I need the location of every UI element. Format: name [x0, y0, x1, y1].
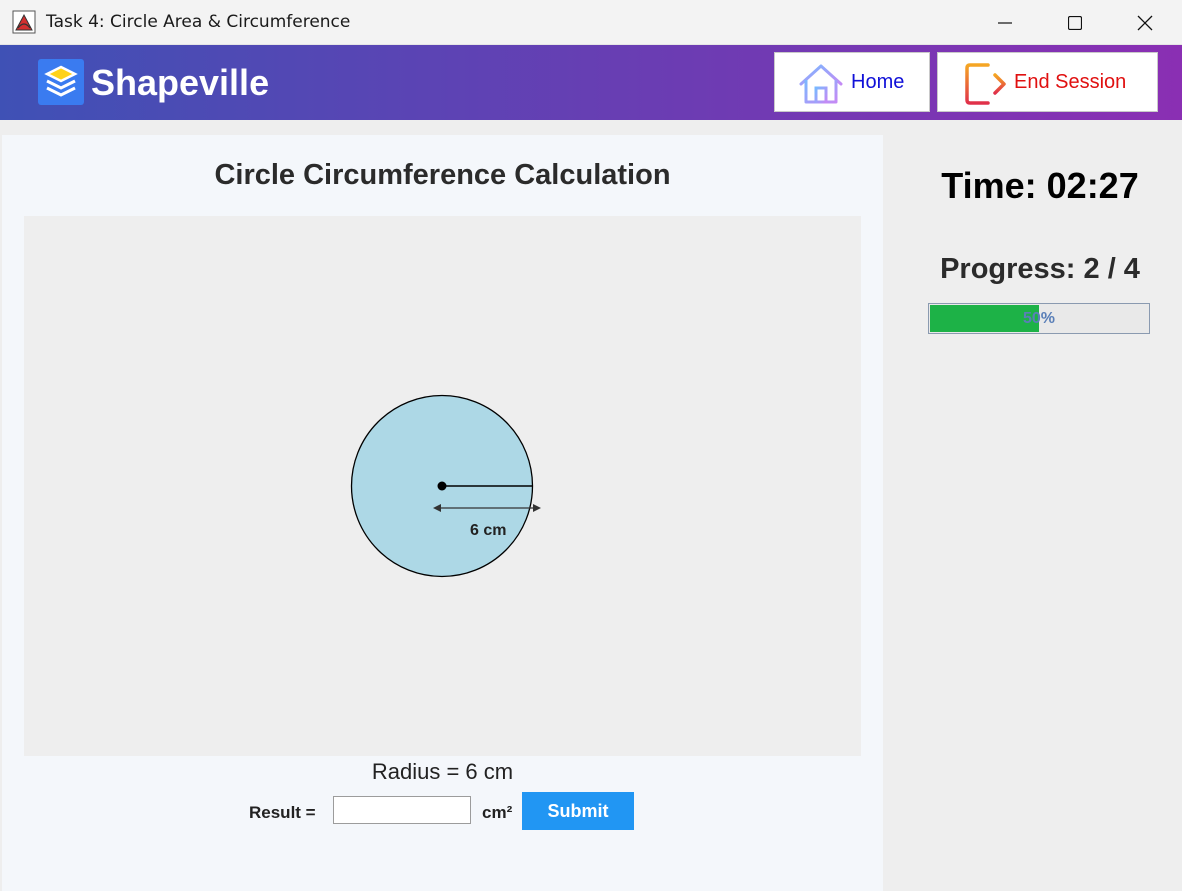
end-session-label: End Session: [1014, 71, 1127, 93]
dimension-arrow-right: [533, 504, 541, 512]
java-app-icon: [12, 10, 36, 34]
progress-label: Progress: 2 / 4: [940, 253, 1140, 285]
result-input[interactable]: [333, 796, 471, 824]
window-titlebar: Task 4: Circle Area & Circumference: [0, 0, 1182, 45]
home-icon: [797, 63, 845, 105]
unit-label: cm²: [482, 803, 513, 822]
main-area: Circle Circumference Calculation 6 cm Ra…: [0, 120, 1182, 891]
radius-dimension-label: 6 cm: [470, 522, 506, 539]
minimize-button[interactable]: [970, 0, 1040, 45]
close-icon: [1137, 15, 1153, 30]
submit-button[interactable]: Submit: [522, 792, 634, 830]
maximize-button[interactable]: [1040, 0, 1110, 45]
end-session-button[interactable]: End Session: [937, 52, 1158, 112]
window-title: Task 4: Circle Area & Circumference: [46, 12, 351, 32]
progress-bar: 50%: [928, 303, 1150, 334]
result-label: Result =: [249, 803, 316, 822]
radius-text: Radius = 6 cm: [371, 759, 514, 784]
task-panel: Circle Circumference Calculation 6 cm Ra…: [2, 135, 883, 891]
minimize-icon: [998, 21, 1012, 24]
timer: Time: 02:27: [941, 165, 1139, 206]
shape-canvas: 6 cm: [24, 216, 861, 756]
home-button[interactable]: Home: [774, 52, 930, 112]
app-header: Shapeville Home End Session: [0, 45, 1182, 120]
exit-icon: [964, 61, 1008, 107]
progress-text: 50%: [1022, 310, 1056, 327]
task-title: Circle Circumference Calculation: [214, 159, 671, 191]
maximize-icon: [1068, 15, 1082, 30]
brand-name: Shapeville: [91, 62, 270, 103]
circle-diagram: 6 cm: [350, 394, 541, 578]
home-label: Home: [851, 71, 905, 93]
layers-icon: [38, 59, 84, 105]
close-button[interactable]: [1110, 0, 1180, 45]
